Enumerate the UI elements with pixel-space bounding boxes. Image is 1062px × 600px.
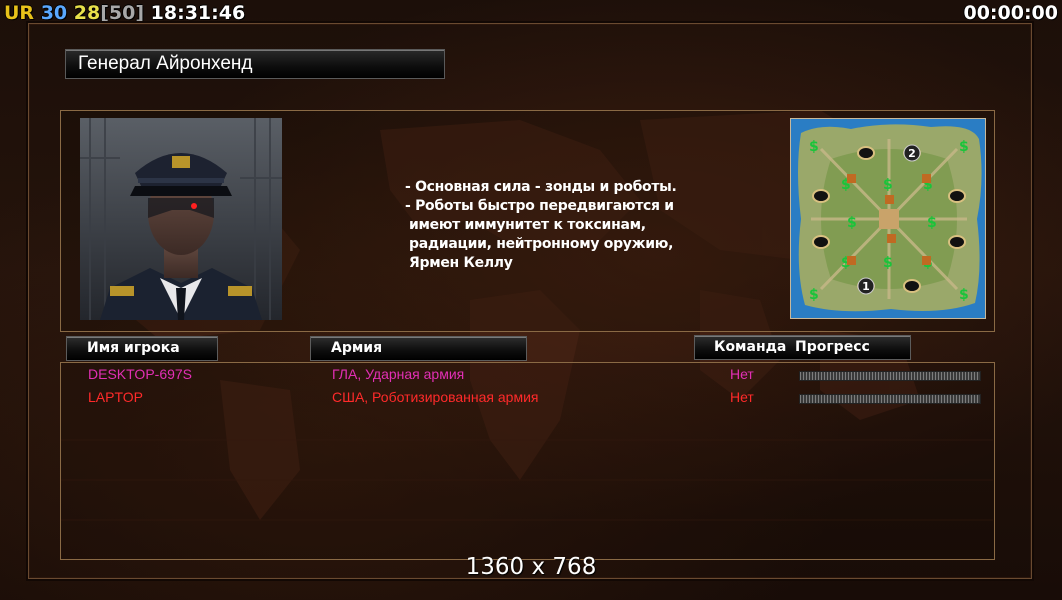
description-line: Ярмен Келлу [409,255,513,271]
game-timer: 00:00:00 [963,2,1058,24]
description-line: - Роботы быстро передвигаются и [405,198,674,214]
player-army: ГЛА, Ударная армия [332,366,465,382]
svg-text:$: $ [809,287,819,303]
header-progress: Прогресс [795,339,870,355]
player-army: США, Роботизированная армия [332,389,539,405]
ur-label: UR [4,2,35,24]
progress-bar [799,394,981,404]
player-row: DESKTOP-697S ГЛА, Ударная армия Нет [60,366,993,386]
map-image: $$ $$$ $$ $$$ $$ 2 1 [791,119,985,318]
resolution-label: 1360 x 768 [465,554,597,580]
progress-bar [799,371,981,381]
header-player-name[interactable]: Имя игрока [66,336,218,361]
player-row: LAPTOP США, Роботизированная армия Нет [60,389,993,409]
general-title: Генерал Айронхенд [65,49,445,79]
svg-text:$: $ [959,287,969,303]
player-name: LAPTOP [88,389,143,405]
portrait-image [80,118,282,320]
svg-text:$: $ [883,177,893,193]
fps-cap: [50] [100,2,145,24]
description-line: радиации, нейтронному оружию, [409,236,674,252]
svg-text:$: $ [927,215,937,231]
player-team: Нет [730,389,754,405]
header-army[interactable]: Армия [310,336,527,361]
svg-text:$: $ [809,139,819,155]
fps-overlay: UR 30 28[50] 18:31:46 [4,1,245,25]
general-portrait [80,118,282,320]
description-line: имеют иммунитет к токсинам, [409,217,646,233]
fps-value-2: 28 [73,2,101,24]
header-team: Команда [714,339,787,355]
header-team-progress[interactable]: Команда Прогресс [694,335,911,360]
svg-text:$: $ [883,255,893,271]
svg-text:$: $ [847,215,857,231]
start-position-1: 1 [862,280,870,293]
fps-value-1: 30 [40,2,68,24]
general-description: - Основная сила - зонды и роботы. - Робо… [405,178,705,273]
map-preview[interactable]: $$ $$$ $$ $$$ $$ 2 1 [790,118,986,319]
player-team: Нет [730,366,754,382]
start-position-2: 2 [908,147,916,160]
clock: 18:31:46 [150,2,246,24]
svg-text:$: $ [959,139,969,155]
player-name: DESKTOP-697S [88,366,193,382]
description-line: - Основная сила - зонды и роботы. [405,179,677,195]
